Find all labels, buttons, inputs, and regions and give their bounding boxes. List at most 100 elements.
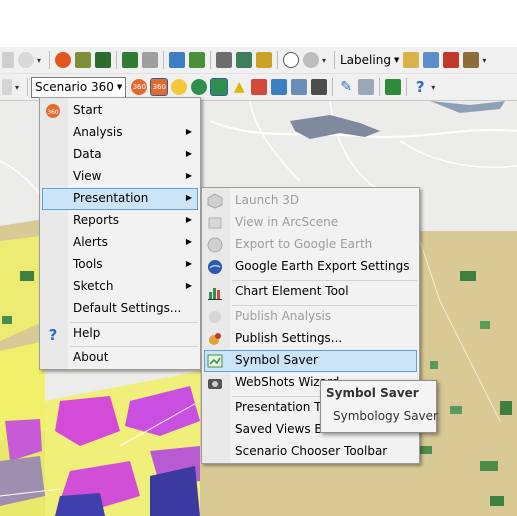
- menu-item-data[interactable]: Data ▶: [42, 144, 198, 166]
- house-alert-icon[interactable]: [256, 52, 272, 68]
- menu-item-view[interactable]: View ▶: [42, 166, 198, 188]
- clock-icon[interactable]: [283, 52, 299, 68]
- menu-item-default-settings[interactable]: Default Settings...: [42, 298, 198, 320]
- submenu-arrow-icon: ▶: [185, 127, 192, 136]
- submenu-arrow-icon: ▶: [185, 149, 192, 158]
- menu-item-label: Publish Settings...: [235, 331, 343, 345]
- pencil-icon[interactable]: ✎: [338, 79, 354, 95]
- menu-item-symbol-saver[interactable]: Symbol Saver: [204, 350, 417, 372]
- menu-item-label: View: [73, 169, 102, 183]
- fullscreen-icon[interactable]: [271, 79, 288, 95]
- scenario360-icon[interactable]: 360: [131, 79, 148, 95]
- print-icon[interactable]: [216, 52, 232, 68]
- submenu-arrow-icon: ▶: [185, 259, 192, 268]
- labeling-menu[interactable]: Labeling ▼: [340, 53, 399, 67]
- submenu-arrow-icon: ▶: [185, 237, 192, 246]
- menu-item-label: View in ArcScene: [235, 215, 339, 229]
- list-icon[interactable]: [358, 79, 375, 95]
- pie-icon[interactable]: [303, 52, 319, 68]
- label-tag-icon[interactable]: [403, 52, 420, 68]
- lightbulb-icon[interactable]: [171, 79, 188, 95]
- chevron-down-icon[interactable]: ▾: [37, 56, 45, 65]
- menu-item-alerts[interactable]: Alerts ▶: [42, 232, 198, 254]
- toolbar-separator: [332, 78, 334, 96]
- menu-item-about[interactable]: About: [42, 347, 198, 369]
- chevron-down-icon[interactable]: ▾: [15, 83, 23, 92]
- globe-icon[interactable]: [191, 79, 208, 95]
- menu-item-label: About: [73, 350, 109, 364]
- menu-item-publish-settings[interactable]: Publish Settings...: [204, 328, 417, 350]
- chevron-down-icon[interactable]: ▾: [322, 56, 330, 65]
- menu-item-label: Sketch: [73, 279, 114, 293]
- menu-item-launch-3d[interactable]: Launch 3D: [204, 190, 417, 212]
- menu-item-label: Help: [73, 326, 101, 340]
- menu-item-help[interactable]: ? Help: [42, 323, 198, 345]
- menu-item-google-earth-export-settings[interactable]: Google Earth Export Settings: [204, 256, 417, 278]
- chart-up-icon[interactable]: [169, 52, 185, 68]
- label-alert-icon[interactable]: [443, 52, 460, 68]
- publish-icon: [207, 309, 223, 325]
- globe-icon: [207, 237, 223, 253]
- menu-item-view-in-arcscene[interactable]: View in ArcScene: [204, 212, 417, 234]
- toolbar-separator: [49, 51, 50, 69]
- menu-item-reports[interactable]: Reports ▶: [42, 210, 198, 232]
- check-download-icon[interactable]: [385, 79, 402, 95]
- svg-text:360: 360: [47, 109, 59, 116]
- scenario360-box-icon[interactable]: 360: [150, 78, 169, 96]
- toolbar-top: ▾ ▾ Labeling ▼ ▾: [0, 47, 517, 74]
- chart-icon[interactable]: [210, 78, 229, 96]
- menu-item-tools[interactable]: Tools ▶: [42, 254, 198, 276]
- label-tool-icon[interactable]: [463, 52, 480, 68]
- table-icon[interactable]: [311, 79, 328, 95]
- menu-item-chart-element-tool[interactable]: Chart Element Tool: [204, 281, 417, 303]
- menu-item-label: Data: [73, 147, 102, 161]
- help-icon: ?: [45, 326, 61, 342]
- menu-item-label: Tools: [73, 257, 103, 271]
- measure-icon[interactable]: [251, 79, 268, 95]
- menu-item-label: Analysis: [73, 125, 123, 139]
- chevron-down-icon[interactable]: ▾: [431, 83, 439, 92]
- help-icon[interactable]: ?: [412, 78, 428, 96]
- forest-icon[interactable]: [122, 52, 138, 68]
- menu-item-publish-analysis[interactable]: Publish Analysis: [204, 306, 417, 328]
- publish-settings-icon: [207, 331, 223, 347]
- toolbar-separator: [163, 51, 164, 69]
- label-house-icon[interactable]: [423, 52, 440, 68]
- menu-item-export-google-earth[interactable]: Export to Google Earth: [204, 234, 417, 256]
- image-icon[interactable]: [142, 52, 158, 68]
- arcscene-icon: [207, 215, 223, 231]
- scenario-360-button[interactable]: Scenario 360 ▼: [31, 76, 127, 98]
- menu-item-label: Export to Google Earth: [235, 237, 373, 251]
- cube-3d-icon: [207, 193, 223, 209]
- submenu-arrow-icon: ▶: [185, 215, 192, 224]
- menu-item-label: Alerts: [73, 235, 108, 249]
- window-background: [0, 0, 517, 47]
- tooltip-body: Symbology Saver: [333, 409, 438, 423]
- menu-item-presentation[interactable]: Presentation ▶: [42, 188, 198, 210]
- menu-item-label: Default Settings...: [73, 301, 182, 315]
- menu-item-analysis[interactable]: Analysis ▶: [42, 122, 198, 144]
- grid-icon[interactable]: [189, 52, 205, 68]
- disabled-circle-icon: [18, 52, 34, 68]
- tree-icon[interactable]: [95, 52, 111, 68]
- toolbar-separator: [277, 51, 278, 69]
- toolbar-separator: [27, 78, 28, 96]
- layers-icon[interactable]: [291, 79, 308, 95]
- menu-item-label: Reports: [73, 213, 120, 227]
- alert-triangle-icon[interactable]: ▲: [231, 79, 247, 95]
- house-icon[interactable]: [236, 52, 252, 68]
- submenu-arrow-icon: ▶: [185, 193, 192, 202]
- menu-item-label: Google Earth Export Settings: [235, 259, 410, 273]
- toolbar-separator: [334, 51, 335, 69]
- network-icon[interactable]: [75, 52, 91, 68]
- menu-item-start[interactable]: 360 Start: [42, 100, 198, 122]
- menu-item-scenario-chooser-toolbar[interactable]: Scenario Chooser Toolbar: [204, 441, 417, 463]
- menu-item-sketch[interactable]: Sketch ▶: [42, 276, 198, 298]
- menu-item-label: Symbol Saver: [235, 353, 318, 367]
- camera-icon: [207, 375, 223, 391]
- tooltip-symbol-saver: Symbol Saver Symbology Saver: [320, 380, 438, 433]
- toolbar-separator: [210, 51, 211, 69]
- refresh-icon[interactable]: [55, 52, 71, 68]
- submenu-arrow-icon: ▶: [185, 171, 192, 180]
- chevron-down-icon[interactable]: ▾: [482, 56, 490, 65]
